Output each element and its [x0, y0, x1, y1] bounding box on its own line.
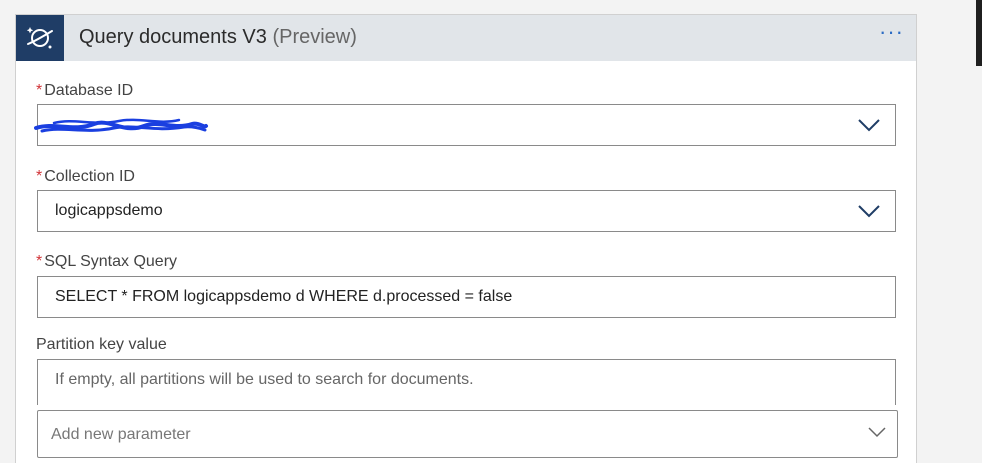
card-title-text: Query documents V3: [79, 26, 267, 48]
preview-tag: (Preview): [272, 26, 357, 48]
partition-key-label-text: Partition key value: [36, 336, 167, 353]
sql-query-input[interactable]: SELECT * FROM logicappsdemo d WHERE d.pr…: [37, 276, 896, 318]
database-id-label-text: Database ID: [44, 82, 134, 99]
chevron-down-icon[interactable]: [857, 203, 881, 219]
sql-query-label: * SQL Syntax Query: [36, 253, 177, 271]
redaction-scribble: [34, 118, 208, 133]
partition-key-label: Partition key value: [36, 336, 167, 354]
action-card: Query documents V3 (Preview) ··· * Databa…: [15, 14, 917, 463]
add-parameter-placeholder: Add new parameter: [51, 426, 191, 443]
required-mark: *: [36, 253, 43, 270]
collection-id-label: * Collection ID: [36, 168, 135, 186]
required-mark: *: [36, 168, 43, 185]
more-options-button[interactable]: ···: [879, 21, 904, 43]
add-parameter-dropdown[interactable]: Add new parameter: [37, 410, 898, 458]
scrollbar[interactable]: [976, 0, 982, 66]
partition-key-input[interactable]: If empty, all partitions will be used to…: [37, 359, 896, 405]
chevron-down-icon[interactable]: [857, 117, 881, 133]
required-mark: *: [36, 82, 43, 99]
sql-query-value: SELECT * FROM logicappsdemo d WHERE d.pr…: [55, 288, 513, 305]
card-header[interactable]: Query documents V3 (Preview) ···: [16, 15, 916, 61]
collection-id-value: logicappsdemo: [55, 202, 163, 219]
collection-id-label-text: Collection ID: [44, 168, 135, 185]
collection-id-dropdown[interactable]: logicappsdemo: [37, 190, 896, 232]
database-id-dropdown[interactable]: [34, 104, 896, 146]
cosmos-db-planet-icon: [16, 15, 64, 61]
database-id-label: * Database ID: [36, 82, 133, 100]
partition-key-placeholder: If empty, all partitions will be used to…: [55, 371, 474, 388]
card-title: Query documents V3 (Preview): [79, 26, 357, 49]
chevron-down-icon[interactable]: [867, 425, 887, 439]
sql-query-label-text: SQL Syntax Query: [44, 253, 178, 270]
